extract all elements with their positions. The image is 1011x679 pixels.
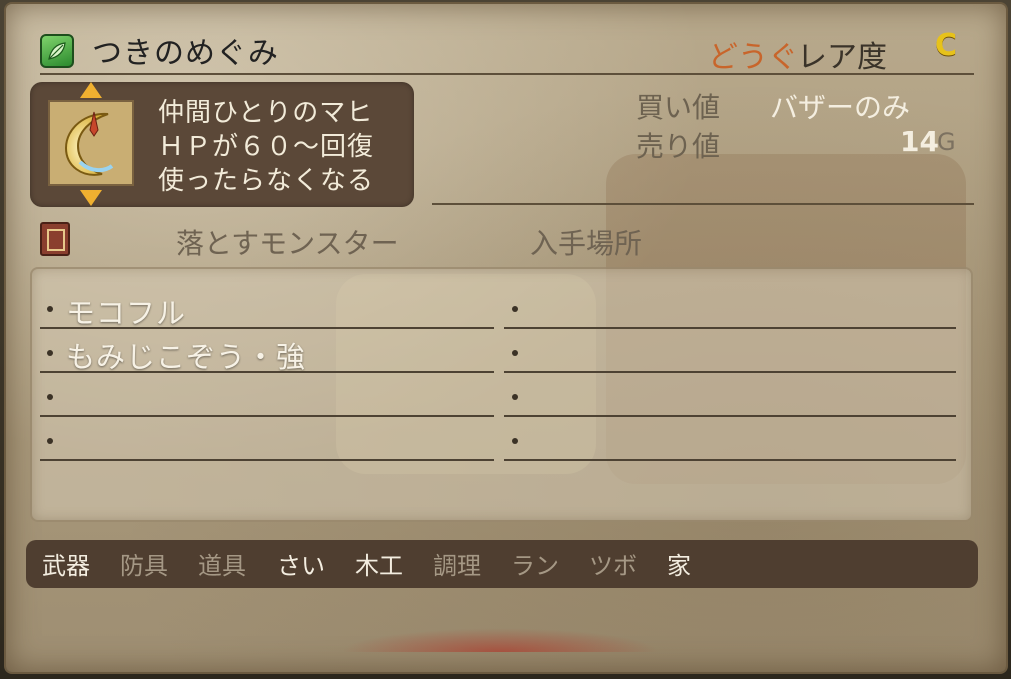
- bullet-icon: [47, 306, 53, 312]
- rarity-value: C: [935, 28, 958, 63]
- tab-lamp[interactable]: ラン: [511, 546, 559, 581]
- tab-woodwork[interactable]: 木工: [355, 546, 403, 581]
- monster-entry-2[interactable]: もみじこぞう・強: [66, 334, 306, 376]
- item-image: [48, 100, 134, 186]
- tab-house[interactable]: 家: [667, 546, 691, 581]
- tab-armor[interactable]: 防具: [120, 546, 168, 581]
- row-divider: [504, 415, 956, 417]
- price-divider: [432, 203, 974, 205]
- row-divider: [504, 459, 956, 461]
- description-line-1: 仲間ひとりのマヒ: [158, 98, 374, 128]
- leaf-glyph-icon: [48, 42, 66, 60]
- book-icon: [40, 222, 70, 256]
- scroll-up-arrow-icon[interactable]: [80, 82, 102, 98]
- tab-cooking[interactable]: 調理: [433, 546, 481, 581]
- gold-unit: G: [937, 128, 956, 156]
- row-divider: [40, 459, 494, 461]
- scroll-down-arrow-icon[interactable]: [80, 190, 102, 206]
- bottom-glow: [340, 628, 660, 652]
- bullet-icon: [47, 394, 53, 400]
- row-divider: [504, 327, 956, 329]
- category-tab-bar: [26, 540, 978, 588]
- row-divider: [40, 327, 494, 329]
- buy-price-value: バザーのみ: [770, 91, 911, 124]
- tab-weapons[interactable]: 武器: [42, 546, 90, 581]
- bullet-icon: [512, 394, 518, 400]
- tab-pot[interactable]: ツボ: [589, 546, 637, 581]
- item-type: どうぐ: [708, 40, 798, 75]
- tab-tools[interactable]: 道具: [198, 546, 246, 581]
- header-divider: [40, 73, 974, 75]
- item-name: つきのめぐみ: [92, 36, 279, 71]
- sell-price-label: 売り値: [636, 130, 721, 163]
- monster-column-header: 落とすモンスター: [176, 227, 399, 260]
- bullet-icon: [512, 306, 518, 312]
- monster-entry-1[interactable]: モコフル: [66, 290, 186, 332]
- row-divider: [504, 371, 956, 373]
- leaf-icon: [40, 34, 74, 68]
- description-line-3: 使ったらなくなる: [158, 166, 375, 196]
- location-column-header: 入手場所: [530, 227, 643, 260]
- bullet-icon: [47, 350, 53, 356]
- bullet-icon: [512, 350, 518, 356]
- tab-sewing[interactable]: さい: [277, 546, 325, 581]
- bullet-icon: [512, 438, 518, 444]
- buy-price-label: 買い値: [636, 91, 721, 124]
- description-line-2: ＨＰが６０～回復: [158, 132, 375, 162]
- row-divider: [40, 371, 494, 373]
- row-divider: [40, 415, 494, 417]
- crescent-moon-icon: [64, 111, 114, 176]
- bullet-icon: [47, 438, 53, 444]
- rarity-label: レア度: [797, 40, 887, 75]
- sell-price-value: 14: [900, 125, 939, 158]
